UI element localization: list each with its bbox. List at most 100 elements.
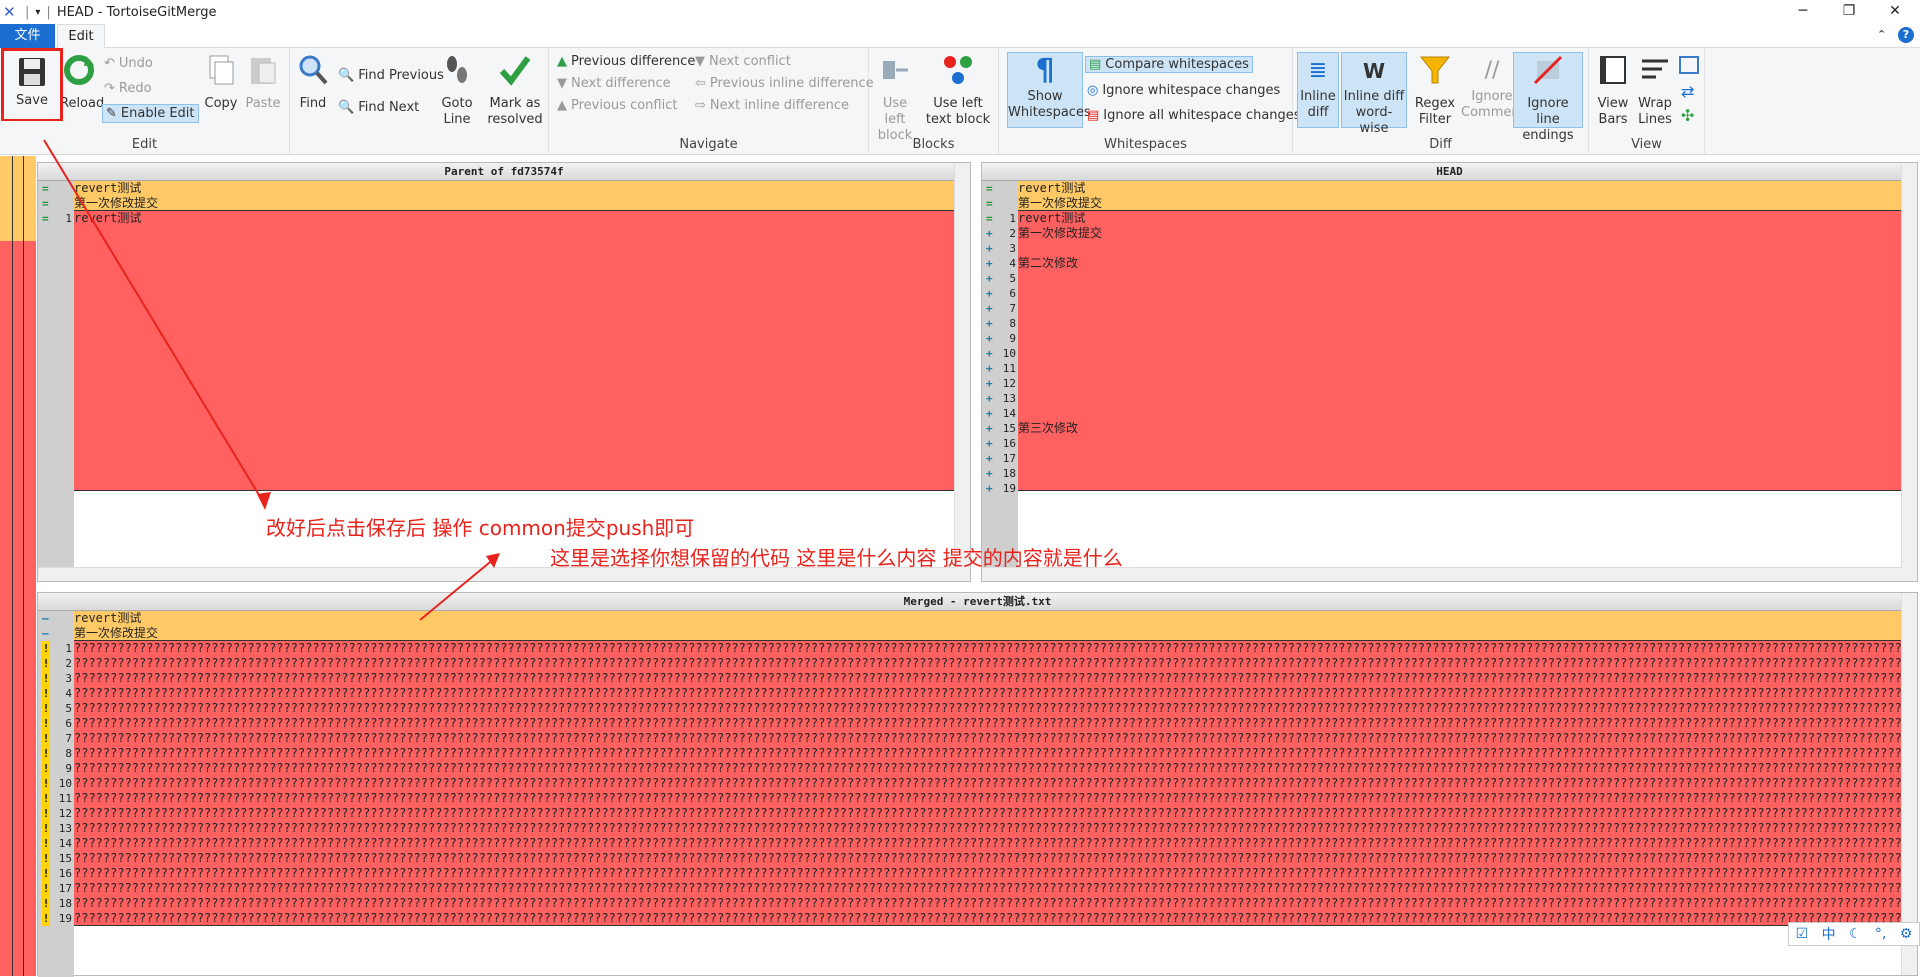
quick-access-icon[interactable]: ▾: [35, 7, 40, 18]
gutter-line: –: [38, 611, 74, 626]
collapse-ribbon-icon[interactable]: ⌃: [1877, 28, 1886, 41]
line-marker: =: [42, 212, 49, 225]
view-layout-icon[interactable]: [1679, 56, 1699, 74]
code-line: 第一次修改提交: [74, 196, 159, 210]
conflict-warning-icon: !: [42, 821, 50, 836]
conflict-line[interactable]: ????????????????????????????????????????…: [74, 866, 1902, 881]
conflict-line[interactable]: ????????????????????????????????????????…: [74, 776, 1902, 791]
conflict-line[interactable]: ????????????????????????????????????????…: [74, 671, 1902, 686]
diff-group: ≣ Inline diff W Inline diff word-wise Re…: [1293, 48, 1589, 155]
close-icon[interactable]: ✕: [1872, 0, 1918, 24]
enable-edit-button[interactable]: ✎ Enable Edit: [102, 104, 199, 123]
minimize-icon[interactable]: ─: [1780, 0, 1826, 24]
find-previous-button[interactable]: 🔍 Find Previous: [338, 68, 444, 83]
conflict-line[interactable]: ????????????????????????????????????????…: [74, 761, 1902, 776]
right-vertical-scrollbar[interactable]: [1901, 163, 1917, 581]
inline-diff-button[interactable]: ≣ Inline diff: [1297, 52, 1339, 128]
line-number: 7: [65, 732, 72, 745]
conflict-line[interactable]: ????????????????????????????????????????…: [74, 731, 1902, 746]
tab-edit[interactable]: Edit: [57, 24, 105, 49]
regex-filter-button[interactable]: Regex Filter: [1411, 53, 1459, 128]
inline-diff-word-button[interactable]: W Inline diff word-wise: [1341, 52, 1407, 136]
conflict-line[interactable]: ????????????????????????????????????????…: [74, 911, 1902, 926]
line-number: 19: [1002, 482, 1016, 495]
swap-icon[interactable]: ⇄: [1681, 82, 1694, 101]
undo-label: Undo: [118, 56, 153, 71]
gutter-line: +18: [982, 466, 1018, 481]
conflict-line[interactable]: ????????????????????????????????????????…: [74, 851, 1902, 866]
conflict-line[interactable]: ????????????????????????????????????????…: [74, 746, 1902, 761]
ime-settings-icon[interactable]: ⚙: [1900, 926, 1913, 942]
conflict-line[interactable]: ????????????????????????????????????????…: [74, 686, 1902, 701]
save-button[interactable]: Save: [2, 49, 62, 121]
gutter-line: +4: [982, 256, 1018, 271]
checkmark-icon: [499, 56, 531, 86]
undo-button[interactable]: ↶ Undo: [104, 56, 153, 71]
reload-button[interactable]: Reload: [60, 53, 104, 112]
restore-icon[interactable]: ❐: [1826, 0, 1872, 24]
redo-button[interactable]: ↷ Redo: [104, 81, 152, 96]
conflict-line[interactable]: ????????????????????????????????????????…: [74, 656, 1902, 671]
mark-resolved-button[interactable]: Mark as resolved: [484, 53, 546, 128]
conflict-line[interactable]: ????????????????????????????????????????…: [74, 716, 1902, 731]
use-left-block-button[interactable]: Use left block: [873, 53, 917, 144]
next-difference-button[interactable]: ▼ Next difference: [557, 76, 671, 91]
gutter-line: =: [982, 196, 1018, 211]
ime-language-toggle[interactable]: 中: [1822, 924, 1836, 944]
line-number: 13: [1002, 392, 1016, 405]
previous-inline-difference-button[interactable]: ⇦ Previous inline difference: [695, 76, 874, 91]
ignore-whitespace-changes-button[interactable]: ◎ Ignore whitespace changes: [1087, 83, 1280, 98]
gutter-line: ! 15: [38, 851, 74, 866]
pilcrow-icon: ¶: [1035, 53, 1055, 88]
ignore-line-endings-button[interactable]: Ignore line endings: [1513, 52, 1583, 143]
goto-line-button[interactable]: Goto Line: [438, 53, 476, 128]
previous-conflict-button[interactable]: ▲ Previous conflict: [557, 98, 677, 113]
window-title: HEAD - TortoiseGitMerge: [56, 4, 217, 20]
ime-moon-icon[interactable]: ☾: [1849, 926, 1862, 942]
compare-whitespaces-button[interactable]: ▤ Compare whitespaces: [1085, 56, 1253, 73]
conflict-line[interactable]: ????????????????????????????????????????…: [74, 806, 1902, 821]
ime-checkbox-icon[interactable]: ☑: [1796, 926, 1809, 942]
help-icon[interactable]: ?: [1898, 27, 1914, 43]
conflict-line[interactable]: ????????????????????????????????????????…: [74, 791, 1902, 806]
line-marker: =: [986, 197, 993, 210]
tab-file[interactable]: 文件: [0, 24, 55, 48]
gutter-line: =: [38, 196, 74, 211]
wrap-lines-button[interactable]: Wrap Lines: [1635, 53, 1675, 128]
right-line-numbers: = = = 1 +2 +3 +4 +5 +6 +7 +8 +9 +10 +11 +12 +13 +14 +15 +1…: [982, 181, 1018, 496]
find-button[interactable]: Find: [292, 53, 334, 112]
previous-difference-button[interactable]: ▲ Previous difference: [557, 54, 695, 69]
find-next-button[interactable]: 🔍 Find Next: [338, 100, 419, 115]
ignore-all-whitespace-button[interactable]: ▤ Ignore all whitespace changes: [1087, 108, 1301, 123]
conflict-warning-icon: !: [42, 641, 50, 656]
conflict-line[interactable]: ????????????????????????????????????????…: [74, 641, 1902, 656]
merged-vertical-scrollbar[interactable]: [1901, 593, 1917, 975]
next-inline-difference-button[interactable]: ⇨ Next inline difference: [695, 98, 849, 113]
use-left-text-block-button[interactable]: Use left text block: [921, 53, 995, 128]
merged-pane[interactable]: Merged - revert测试.txt – –! 1! 2! 3! 4! 5! 6! 7! 8…: [37, 592, 1918, 977]
left-vertical-scrollbar[interactable]: [954, 163, 970, 581]
view-bars-button[interactable]: View Bars: [1593, 53, 1633, 128]
goto-line-label: Goto Line: [441, 96, 473, 127]
copy-button[interactable]: Copy: [202, 53, 240, 112]
conflict-line[interactable]: ????????????????????????????????????????…: [74, 821, 1902, 836]
paste-button[interactable]: Paste: [244, 53, 282, 112]
show-whitespaces-button[interactable]: ¶ Show Whitespaces: [1007, 52, 1091, 128]
conflict-line[interactable]: ????????????????????????????????????????…: [74, 881, 1902, 896]
location-bar[interactable]: [0, 156, 36, 976]
next-conflict-button[interactable]: ▼ Next conflict: [695, 54, 791, 69]
gutter-line: +16: [982, 436, 1018, 451]
ime-toolbar[interactable]: ☑ 中 ☾ °, ⚙: [1788, 922, 1920, 946]
conflict-line[interactable]: ????????????????????????????????????????…: [74, 836, 1902, 851]
right-pane[interactable]: HEAD = = = 1 +2 +3 +4 +5 +6 +7 +8 +9 +10 +11 +12 +13 +14…: [981, 162, 1918, 582]
collapse-icon[interactable]: ✣: [1681, 106, 1694, 125]
line-marker: +: [986, 482, 993, 495]
line-number: 1: [1009, 212, 1016, 225]
conflict-line[interactable]: ????????????????????????????????????????…: [74, 701, 1902, 716]
line-marker: +: [986, 392, 993, 405]
conflict-line[interactable]: ????????????????????????????????????????…: [74, 896, 1902, 911]
ime-punctuation-icon[interactable]: °,: [1875, 926, 1886, 942]
code-line: 第三次修改: [1018, 421, 1079, 435]
find-next-icon: 🔍: [338, 100, 355, 115]
title-separator: |: [25, 4, 30, 20]
